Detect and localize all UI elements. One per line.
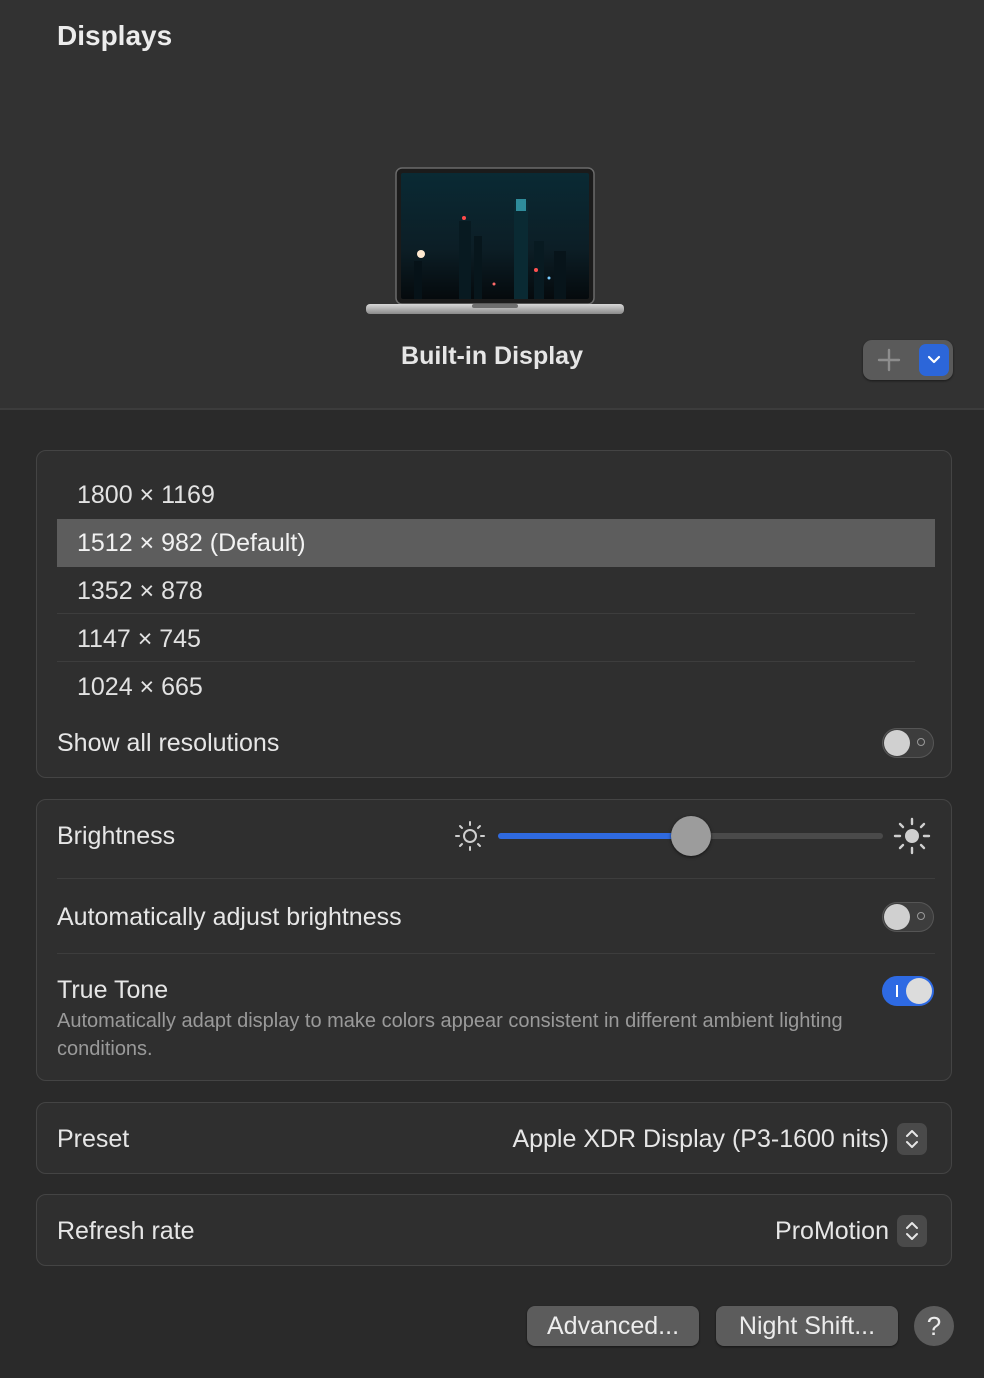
true-tone-toggle[interactable] [882, 976, 934, 1006]
plus-icon [877, 348, 901, 372]
up-down-chevron-icon [906, 1130, 918, 1148]
add-display-group [863, 340, 953, 380]
refresh-rate-label: Refresh rate [57, 1217, 195, 1245]
divider [57, 613, 915, 614]
resolution-label: 1512 × 982 (Default) [77, 529, 306, 557]
advanced-button[interactable]: Advanced... [527, 1306, 699, 1346]
true-tone-description: Automatically adapt display to make colo… [57, 1010, 843, 1060]
toggle-knob [884, 730, 910, 756]
brightness-label: Brightness [57, 822, 176, 850]
show-all-resolutions-toggle[interactable] [882, 728, 934, 758]
true-tone-label: True Tone [57, 976, 169, 1004]
display-name: Built-in Display [401, 342, 583, 370]
resolution-option[interactable]: 1352 × 878 [57, 567, 935, 615]
divider [57, 953, 935, 954]
page-title: Displays [57, 20, 173, 51]
toggle-knob [906, 978, 932, 1004]
laptop-display-icon[interactable] [364, 166, 626, 322]
resolution-option[interactable]: 1800 × 1169 [57, 471, 935, 519]
refresh-rate-card: Refresh rate ProMotion [36, 1194, 952, 1266]
resolution-label: 1352 × 878 [77, 577, 203, 605]
night-shift-button[interactable]: Night Shift... [716, 1306, 898, 1346]
resolution-option[interactable]: 1024 × 665 [57, 663, 935, 711]
brightness-slider-thumb[interactable] [670, 816, 711, 856]
divider [57, 661, 915, 662]
resolutions-card: 1800 × 1169 1512 × 982 (Default) 1352 × … [36, 450, 952, 778]
chevron-down-icon [927, 355, 941, 364]
toggle-knob [884, 904, 910, 930]
resolution-option-selected[interactable]: 1512 × 982 (Default) [57, 519, 935, 567]
up-down-chevron-icon [906, 1222, 918, 1240]
brightness-card: Brightness Automatically adjust brightne… [36, 799, 952, 1081]
toggle-on-mark [896, 985, 898, 997]
preset-label: Preset [57, 1125, 130, 1153]
help-button[interactable]: ? [914, 1306, 954, 1346]
show-all-resolutions-label: Show all resolutions [57, 729, 280, 757]
preset-popup-button[interactable] [897, 1123, 927, 1155]
resolution-option[interactable]: 1147 × 745 [57, 615, 935, 663]
display-header: Displays Built-in Display [0, 0, 984, 410]
add-display-button[interactable] [863, 340, 915, 380]
toggle-off-mark [917, 738, 925, 746]
resolution-label: 1024 × 665 [77, 673, 203, 701]
preset-card: Preset Apple XDR Display (P3-1600 nits) [36, 1102, 952, 1174]
resolution-label: 1147 × 745 [77, 625, 201, 653]
brightness-high-icon [893, 817, 931, 855]
refresh-rate-value[interactable]: ProMotion [775, 1217, 889, 1246]
brightness-low-icon [455, 821, 485, 851]
auto-brightness-label: Automatically adjust brightness [57, 903, 402, 931]
auto-brightness-toggle[interactable] [882, 902, 934, 932]
resolution-label: 1800 × 1169 [77, 481, 215, 509]
preset-value[interactable]: Apple XDR Display (P3-1600 nits) [512, 1125, 889, 1154]
toggle-off-mark [917, 912, 925, 920]
brightness-slider-fill [498, 833, 691, 839]
refresh-rate-popup-button[interactable] [897, 1215, 927, 1247]
divider [57, 878, 935, 879]
display-menu-button[interactable] [919, 344, 949, 376]
